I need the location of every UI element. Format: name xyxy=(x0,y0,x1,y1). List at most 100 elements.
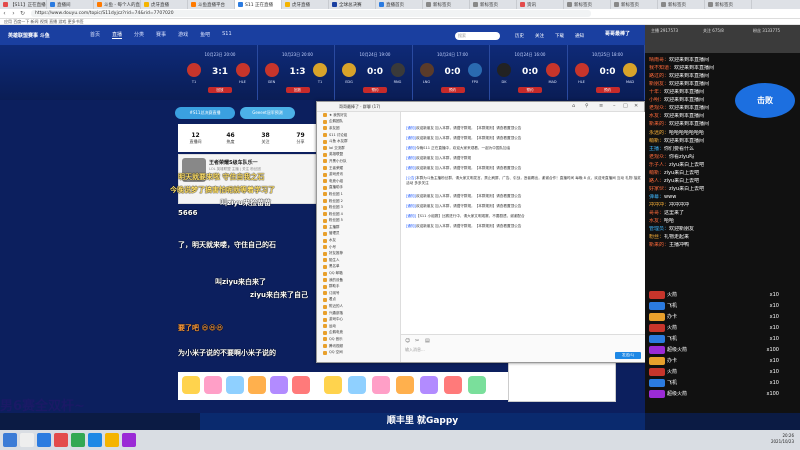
gift-icon[interactable] xyxy=(226,376,244,394)
contact-item[interactable]: 陌生人 xyxy=(317,257,400,264)
contact-item[interactable]: 管理员 xyxy=(317,231,400,238)
chat-username[interactable]: 新来的： xyxy=(649,121,669,127)
contact-item[interactable]: 直播助手 xyxy=(317,185,400,192)
browser-tab[interactable]: 斗鱼直播平台 xyxy=(188,0,235,9)
explorer-icon[interactable] xyxy=(37,433,51,447)
gift-icon[interactable] xyxy=(348,376,366,394)
forward-icon[interactable]: › xyxy=(9,10,18,17)
nav-link[interactable]: 游戏 xyxy=(178,31,188,39)
gift-icon[interactable] xyxy=(372,376,390,394)
match-card[interactable]: 10月25日 18:00 0:0 HLE MAD 预约 xyxy=(568,45,645,100)
chat-username[interactable]: 水友： xyxy=(649,218,664,224)
contact-item[interactable]: 游戏中心 xyxy=(317,316,400,323)
match-action-button[interactable]: 预约 xyxy=(363,87,387,93)
nav-link[interactable]: 鱼吧 xyxy=(200,31,210,39)
site-logo[interactable]: 英雄联盟赛事 斗鱼 xyxy=(8,27,78,43)
chat-username[interactable]: 十年： xyxy=(649,89,664,95)
contact-item[interactable]: lol 交流群 xyxy=(317,145,400,152)
nav-link[interactable]: 赛事 xyxy=(156,31,166,39)
contact-item[interactable]: 黑名单 xyxy=(317,264,400,271)
browser-tab[interactable]: 虎牙直播 xyxy=(282,0,329,9)
gift-icon[interactable] xyxy=(248,376,266,394)
chat-username[interactable]: 萌新： xyxy=(649,138,664,144)
chat-username[interactable]: 弹幕： xyxy=(649,194,664,200)
contact-item[interactable]: 斗鱼 水友群 xyxy=(317,138,400,145)
maximize-icon[interactable]: □ xyxy=(623,103,628,109)
contact-item[interactable]: 王者荣耀 xyxy=(317,165,400,172)
contact-item[interactable]: 游戏资讯 xyxy=(317,171,400,178)
browser-tab[interactable]: 直播间 xyxy=(47,0,94,9)
gift-icon[interactable] xyxy=(270,376,288,394)
contact-item[interactable]: QQ 空间 xyxy=(317,349,400,356)
contact-item[interactable]: 开黑小分队 xyxy=(317,158,400,165)
browser-tab[interactable]: 虎牙直播 xyxy=(141,0,188,9)
reload-icon[interactable]: ↻ xyxy=(18,10,27,17)
chrome-icon[interactable] xyxy=(71,433,85,447)
contact-item[interactable]: 企鹅团队 xyxy=(317,119,400,126)
chat-username[interactable]: 新朋友： xyxy=(649,81,669,87)
browser-tab[interactable]: 新标签页 xyxy=(470,0,517,9)
message-input[interactable]: ☺ ✂ ▤ 输入消息... 发送(S) xyxy=(401,334,645,362)
home-icon[interactable]: ⌂ xyxy=(572,103,575,109)
chat-app-titlebar[interactable]: 哥哥最棒了 · 群聊 (17) ⌂ ⚲ ≡ – □ ✕ xyxy=(317,102,644,112)
back-icon[interactable]: ‹ xyxy=(0,10,9,17)
search-icon[interactable]: ⚲ xyxy=(585,103,589,109)
chat-username[interactable]: 路人： xyxy=(649,178,664,184)
contact-item[interactable]: 粉丝团 4 xyxy=(317,211,400,218)
match-action-button[interactable]: 预约 xyxy=(440,87,465,93)
folder-icon[interactable]: ▤ xyxy=(425,338,430,344)
contact-item[interactable]: QQ 邮箱 xyxy=(317,270,400,277)
minimize-icon[interactable]: – xyxy=(613,103,616,109)
chat-username[interactable]: 冲冲冲： xyxy=(649,202,669,208)
stat-item[interactable]: 46 热度 xyxy=(213,132,248,145)
browser-tab[interactable]: 直播首页 xyxy=(376,0,423,9)
contact-item[interactable]: 好友推荐 xyxy=(317,250,400,257)
menu-icon[interactable]: ≡ xyxy=(599,103,603,109)
contact-item[interactable]: 兴趣部落 xyxy=(317,310,400,317)
chat-username[interactable]: 晴雨哥： xyxy=(649,57,669,63)
match-action-button[interactable]: 回放 xyxy=(208,87,232,93)
contact-item[interactable]: 粉丝团 2 xyxy=(317,198,400,205)
chat-username[interactable]: 水友： xyxy=(649,113,664,119)
browser-tab[interactable]: 资讯 xyxy=(517,0,564,9)
bottom-ad[interactable]: 顺丰里 就Gappy xyxy=(200,413,645,430)
browser-tab[interactable]: S11 正在直播 xyxy=(235,0,282,9)
site-search-input[interactable]: 搜索 xyxy=(455,32,500,40)
contact-item[interactable]: 附近的人 xyxy=(317,303,400,310)
streamer-name[interactable]: 王者荣耀S级车队乐一 xyxy=(209,159,258,166)
contact-item[interactable]: 粉丝团 1 xyxy=(317,191,400,198)
chat-username[interactable]: 好家伙： xyxy=(649,186,669,192)
gift-icon[interactable] xyxy=(204,376,222,394)
contact-item[interactable]: 看点 xyxy=(317,297,400,304)
chat-username[interactable]: 老观众： xyxy=(649,105,669,111)
nav-link[interactable]: S11 xyxy=(222,31,232,39)
chat-username[interactable]: 乐子人： xyxy=(649,162,669,168)
browser-tab[interactable]: 全球总决赛 xyxy=(329,0,376,9)
qq-icon[interactable] xyxy=(88,433,102,447)
contact-item[interactable]: 订阅号 xyxy=(317,290,400,297)
chat-username[interactable]: 新来的： xyxy=(649,242,669,248)
match-card[interactable]: 10月24日 16:00 0:0 DK MAD 预约 xyxy=(490,45,568,100)
chat-username[interactable]: 永远的： xyxy=(649,130,669,136)
gift-icon[interactable] xyxy=(420,376,438,394)
stat-item[interactable]: 38 关注 xyxy=(248,132,283,145)
gift-icon[interactable] xyxy=(444,376,462,394)
contact-item[interactable]: S11 讨论组 xyxy=(317,132,400,139)
chat-username[interactable]: 小明： xyxy=(649,97,664,103)
url-input[interactable]: https://www.douyu.com/topic/S11dyjcz?rid… xyxy=(31,10,591,17)
contact-item[interactable]: QQ 音乐 xyxy=(317,336,400,343)
history-icon[interactable]: 历史 xyxy=(515,33,524,39)
search-icon[interactable] xyxy=(20,433,34,447)
match-card[interactable]: 10月23日 20:00 1:3 GEN T1 回放 xyxy=(258,45,335,100)
notification-icon[interactable]: 通知 xyxy=(575,33,584,39)
contact-item[interactable]: 粉丝团 5 xyxy=(317,218,400,225)
follow-icon[interactable]: 关注 xyxy=(535,33,544,39)
chat-username[interactable]: 我不知道： xyxy=(649,65,674,71)
contact-item[interactable]: 腾讯视频 xyxy=(317,343,400,350)
contact-item[interactable]: 运动 xyxy=(317,323,400,330)
chat-username[interactable]: 路过的： xyxy=(649,73,669,79)
chat-username[interactable]: 哥哥： xyxy=(649,210,664,216)
gift-icon[interactable] xyxy=(292,376,310,394)
match-action-button[interactable]: 预约 xyxy=(595,87,620,93)
browser-tab[interactable]: 斗鱼 - 每个人的直播 xyxy=(94,0,141,9)
